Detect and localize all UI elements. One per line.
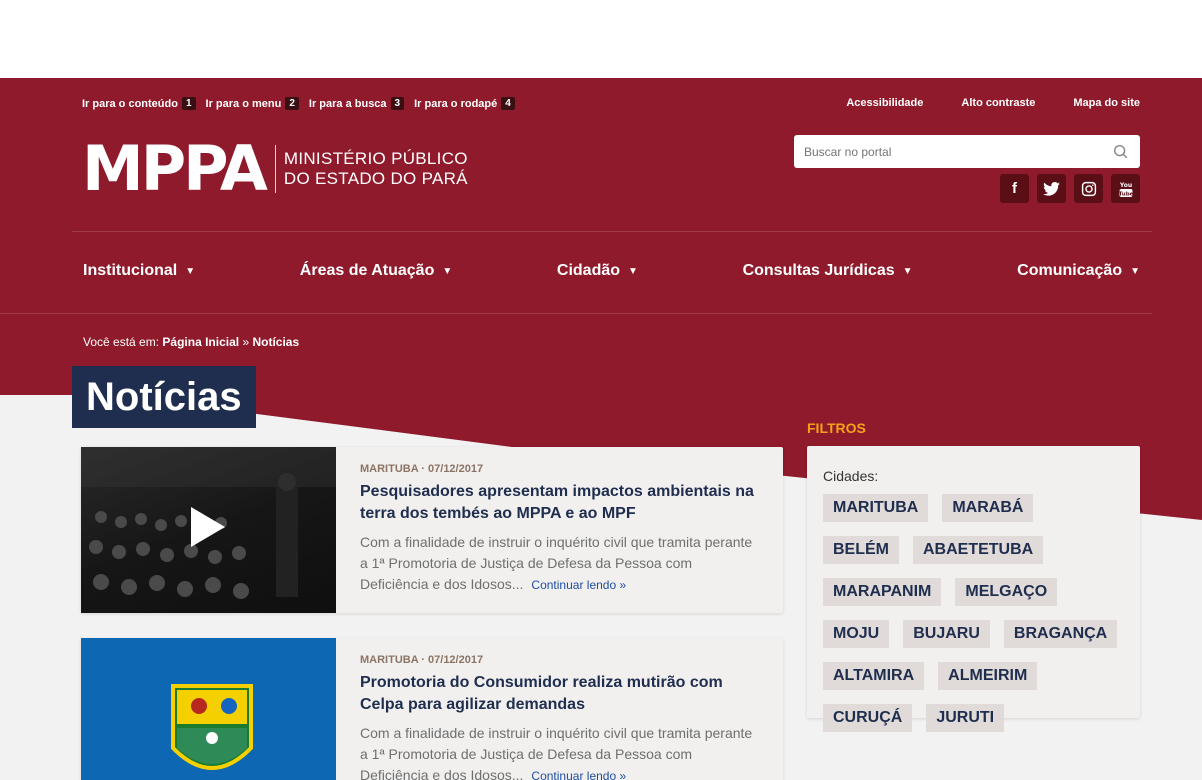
city-tag[interactable]: MARAPANIM — [823, 578, 942, 606]
cities-label: Cidades: — [823, 468, 879, 484]
news-meta: MARITUBA · 07/12/2017 — [360, 463, 484, 475]
page-title-box: Notícias — [72, 366, 256, 428]
facebook-icon[interactable]: f — [1000, 174, 1029, 203]
skip-link-menu[interactable]: Ir para o menu 2 — [206, 97, 299, 110]
news-card: MARITUBA · 07/12/2017 Pesquisadores apre… — [81, 447, 783, 613]
nav-item-consultas-juridicas[interactable]: Consultas Jurídicas ▼ — [743, 262, 913, 280]
caret-down-icon: ▼ — [442, 265, 453, 277]
city-tag[interactable]: MELGAÇO — [955, 578, 1058, 606]
breadcrumb-home-link[interactable]: Página Inicial — [162, 335, 239, 349]
high-contrast-link[interactable]: Alto contraste — [961, 97, 1035, 109]
skip-link-footer[interactable]: Ir para o rodapé 4 — [414, 97, 515, 110]
continue-reading-link[interactable]: Continuar lendo » — [531, 769, 626, 780]
city-tag[interactable]: MOJU — [823, 620, 890, 648]
city-tag[interactable]: MARABÁ — [942, 494, 1034, 522]
breadcrumb-current: Notícias — [252, 335, 300, 349]
youtube-icon[interactable]: You Tube — [1111, 174, 1140, 203]
logo-text: MINISTÉRIO PÚBLICO DO ESTADO DO PARÁ — [283, 149, 468, 188]
svg-text:You: You — [1118, 182, 1131, 189]
social-links: f You Tube — [1000, 174, 1140, 203]
play-icon[interactable] — [191, 507, 225, 547]
skip-link-search[interactable]: Ir para a busca 3 — [309, 97, 405, 110]
nav-divider-bottom — [0, 313, 1152, 314]
utility-links: Acessibilidade Alto contraste Mapa do si… — [846, 97, 1140, 109]
filters-panel: Cidades: MARITUBA MARABÁ BELÉM ABAETETUB… — [807, 446, 1140, 732]
nav-divider-top — [72, 231, 1152, 232]
caret-down-icon: ▼ — [902, 265, 913, 277]
caret-down-icon: ▼ — [185, 265, 196, 277]
news-headline[interactable]: Promotoria do Consumidor realiza mutirão… — [360, 672, 759, 716]
filters-title: FILTROS — [807, 420, 866, 436]
city-tag[interactable]: ALMEIRIM — [938, 662, 1038, 690]
caret-down-icon: ▼ — [1130, 265, 1140, 277]
coat-of-arms-icon — [171, 684, 253, 770]
sitemap-link[interactable]: Mapa do site — [1073, 97, 1140, 109]
search-input[interactable] — [804, 144, 1112, 159]
skip-link-content[interactable]: Ir para o conteúdo 1 — [82, 97, 196, 110]
news-headline[interactable]: Pesquisadores apresentam impactos ambien… — [360, 481, 759, 525]
continue-reading-link[interactable]: Continuar lendo » — [531, 578, 626, 592]
nav-item-areas-de-atuacao[interactable]: Áreas de Atuação ▼ — [300, 262, 452, 280]
site-logo[interactable]: MPPA MINISTÉRIO PÚBLICO DO ESTADO DO PAR… — [82, 132, 468, 205]
skip-links: Ir para o conteúdo 1 Ir para o menu 2 Ir p… — [82, 97, 515, 110]
nav-item-comunicacao[interactable]: Comunicação ▼ — [1017, 262, 1140, 280]
logo-mark: MPPA — [82, 132, 268, 205]
breadcrumb: Você está em: Página Inicial » Notícias — [83, 335, 300, 349]
city-tag[interactable]: MARITUBA — [823, 494, 929, 522]
search-box — [794, 135, 1140, 168]
news-excerpt: Com a finalidade de instruir o inquérito… — [360, 534, 753, 592]
city-tags: MARITUBA MARABÁ BELÉM ABAETETUBA MARAPAN… — [823, 494, 1123, 732]
news-card-body: MARITUBA · 07/12/2017 Promotoria do Cons… — [336, 638, 783, 780]
page-title: Notícias — [86, 374, 242, 419]
nav-item-cidadao[interactable]: Cidadão ▼ — [557, 262, 638, 280]
nav-item-institucional[interactable]: Institucional ▼ — [83, 262, 195, 280]
news-card: MARITUBA · 07/12/2017 Promotoria do Cons… — [81, 638, 783, 780]
city-tag[interactable]: JURUTI — [926, 704, 1005, 732]
accessibility-link[interactable]: Acessibilidade — [846, 97, 923, 109]
main-nav: Institucional ▼ Áreas de Atuação ▼ Cidadão… — [83, 262, 1140, 280]
city-tag[interactable]: CURUÇÁ — [823, 704, 913, 732]
svg-text:Tube: Tube — [1118, 191, 1133, 197]
city-tag[interactable]: ABAETETUBA — [913, 536, 1044, 564]
news-thumbnail-video[interactable] — [81, 447, 336, 613]
news-excerpt: Com a finalidade de instruir o inquérito… — [360, 723, 759, 780]
news-card-body: MARITUBA · 07/12/2017 Pesquisadores apre… — [336, 447, 783, 613]
news-thumbnail[interactable] — [81, 638, 336, 780]
caret-down-icon: ▼ — [628, 265, 638, 277]
city-tag[interactable]: ALTAMIRA — [823, 662, 925, 690]
search-icon[interactable] — [1112, 143, 1130, 161]
twitter-icon[interactable] — [1037, 174, 1066, 203]
city-tag[interactable]: BRAGANÇA — [1003, 620, 1118, 648]
news-meta: MARITUBA · 07/12/2017 — [360, 654, 484, 666]
instagram-icon[interactable] — [1074, 174, 1103, 203]
city-tag[interactable]: BELÉM — [823, 536, 899, 564]
logo-divider — [274, 145, 276, 193]
city-tag[interactable]: BUJARU — [903, 620, 990, 648]
